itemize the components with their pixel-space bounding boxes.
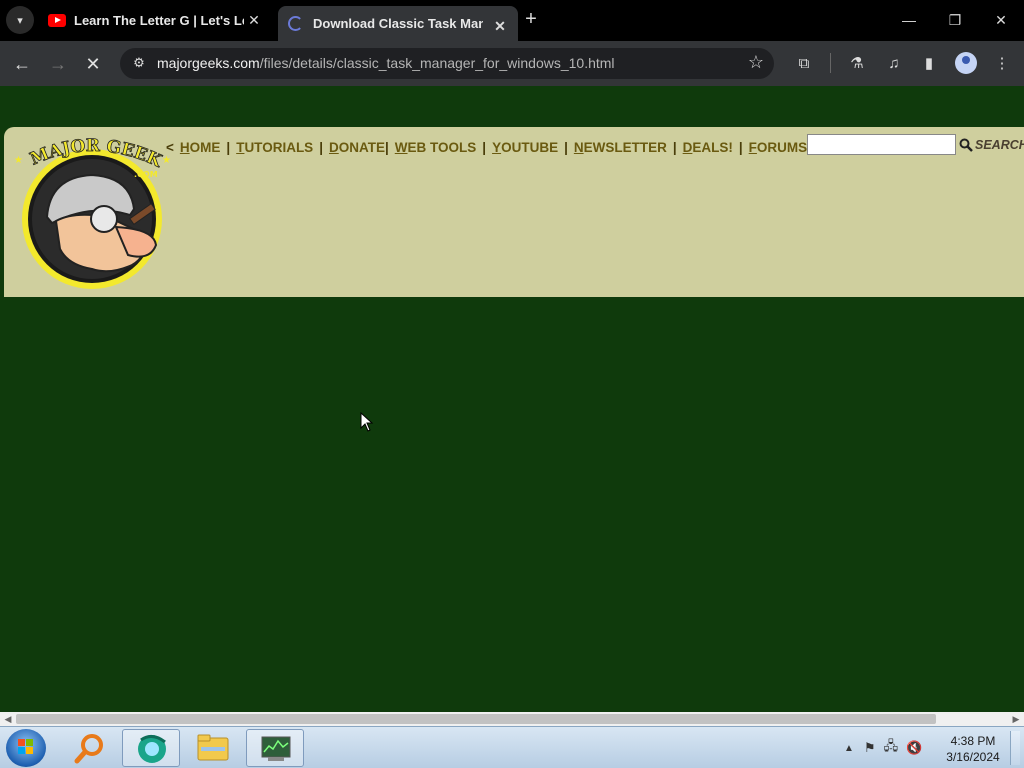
mouse-cursor-icon xyxy=(360,412,374,432)
taskbar-chrome-app[interactable] xyxy=(122,729,180,767)
scrollbar-thumb[interactable] xyxy=(16,714,936,724)
restore-button[interactable]: ❐ xyxy=(942,8,968,32)
nav-donate[interactable]: DONATE xyxy=(329,140,385,155)
bookmark-star-icon[interactable]: ☆ xyxy=(748,52,764,73)
site-info-icon[interactable]: ⚙ xyxy=(130,54,148,72)
action-center-flag-icon[interactable]: ⚑ xyxy=(864,740,876,756)
nav-separator: | xyxy=(672,139,677,155)
minimize-button[interactable]: — xyxy=(896,8,922,32)
tab-bar: ▾ Learn The Letter G | Let's Learn ✕ Dow… xyxy=(0,0,1024,41)
tab-search-icon[interactable]: ▾ xyxy=(6,6,34,34)
back-button[interactable]: ← xyxy=(9,51,35,77)
nav-open: < xyxy=(166,139,174,155)
star-icon: ★ xyxy=(14,155,23,166)
clock-date: 3/16/2024 xyxy=(946,750,1000,764)
nav-web-tools[interactable]: WEB TOOLS xyxy=(395,140,477,155)
forward-button[interactable]: → xyxy=(45,51,71,77)
taskbar-taskmanager-app[interactable] xyxy=(246,729,304,767)
scroll-right-icon[interactable]: ▶ xyxy=(1010,713,1022,725)
loading-icon xyxy=(288,16,303,31)
close-tab-icon[interactable]: ✕ xyxy=(492,18,508,34)
network-icon[interactable]: 🖧 xyxy=(884,737,899,759)
menu-kebab-icon[interactable]: ⋮ xyxy=(991,53,1013,75)
tab-majorgeeks[interactable]: Download Classic Task Manager ✕ xyxy=(278,6,518,41)
browser-toolbar: ← → ✕ ⚙ majorgeeks.com/files/details/cla… xyxy=(0,41,1024,86)
nav-home[interactable]: HOME xyxy=(180,140,221,155)
show-hidden-icons[interactable]: ▲ xyxy=(844,743,854,754)
site-search-input[interactable] xyxy=(807,134,956,155)
tab-youtube[interactable]: Learn The Letter G | Let's Learn ✕ xyxy=(38,0,272,41)
system-tray: ▲ ⚑ 🖧 🔇 xyxy=(844,727,922,768)
horizontal-scrollbar[interactable]: ◀ ▶ xyxy=(0,712,1024,726)
new-tab-button[interactable]: + xyxy=(520,9,542,31)
nav-separator: | xyxy=(564,139,568,155)
close-window-button[interactable]: ✕ xyxy=(988,8,1014,32)
site-nav: < HOME | TUTORIALS | DONATE | WEB TOOLS … xyxy=(166,137,823,157)
nav-youtube[interactable]: YOUTUBE xyxy=(492,140,558,155)
site-search-button[interactable]: SEARCH > xyxy=(959,135,1024,155)
task-manager-icon xyxy=(261,736,291,761)
extensions-icon[interactable]: ⧉ xyxy=(793,53,815,75)
tab-title: Learn The Letter G | Let's Learn xyxy=(74,13,244,28)
nav-separator: | xyxy=(226,139,231,155)
nav-separator: | xyxy=(384,139,389,155)
profile-avatar[interactable] xyxy=(955,52,977,74)
stop-button[interactable]: ✕ xyxy=(80,51,106,77)
taskbar-explorer-app[interactable] xyxy=(184,729,242,767)
volume-muted-icon[interactable]: 🔇 xyxy=(906,740,922,756)
logo-sub: .COM xyxy=(134,170,158,179)
taskbar: ▲ ⚑ 🖧 🔇 4:38 PM 3/16/2024 xyxy=(0,726,1024,768)
nav-separator: | xyxy=(319,139,323,155)
site-header: MAJOR GEEKS .COM ★ ★ < HOME | TUTORIALS … xyxy=(4,127,1024,297)
side-panel-icon[interactable]: ▮ xyxy=(918,53,940,75)
media-control-icon[interactable]: ♫ xyxy=(883,53,905,75)
nav-separator: | xyxy=(738,139,743,155)
web-page: MAJOR GEEKS .COM ★ ★ < HOME | TUTORIALS … xyxy=(0,86,1024,712)
labs-flask-icon[interactable]: ⚗ xyxy=(846,53,868,75)
nav-forums[interactable]: FORUMS xyxy=(749,140,808,155)
windows-logo-icon xyxy=(18,739,34,755)
show-desktop-button[interactable] xyxy=(1010,731,1020,765)
scroll-left-icon[interactable]: ◀ xyxy=(2,713,14,725)
taskbar-clock[interactable]: 4:38 PM 3/16/2024 xyxy=(942,733,1004,765)
start-button[interactable] xyxy=(6,729,46,767)
nav-deals[interactable]: DEALS! xyxy=(683,140,733,155)
nav-newsletter[interactable]: NEWSLETTER xyxy=(574,140,667,155)
nav-tutorials[interactable]: TUTORIALS xyxy=(236,140,313,155)
browser-icon xyxy=(138,735,166,763)
close-tab-icon[interactable]: ✕ xyxy=(246,12,262,28)
tab-title: Download Classic Task Manager xyxy=(313,16,483,31)
toolbar-divider xyxy=(830,53,831,73)
majorgeeks-logo[interactable]: MAJOR GEEKS .COM ★ ★ xyxy=(12,137,174,289)
search-icon xyxy=(959,138,973,152)
youtube-icon xyxy=(48,14,66,27)
folder-icon xyxy=(197,734,229,761)
nav-separator: | xyxy=(482,139,487,155)
address-bar[interactable]: ⚙ majorgeeks.com/files/details/classic_t… xyxy=(120,48,774,79)
clock-time: 4:38 PM xyxy=(950,734,996,748)
url-text[interactable]: majorgeeks.com/files/details/classic_tas… xyxy=(157,55,615,71)
magnifier-icon xyxy=(74,734,103,764)
taskbar-search-app[interactable] xyxy=(60,729,118,767)
